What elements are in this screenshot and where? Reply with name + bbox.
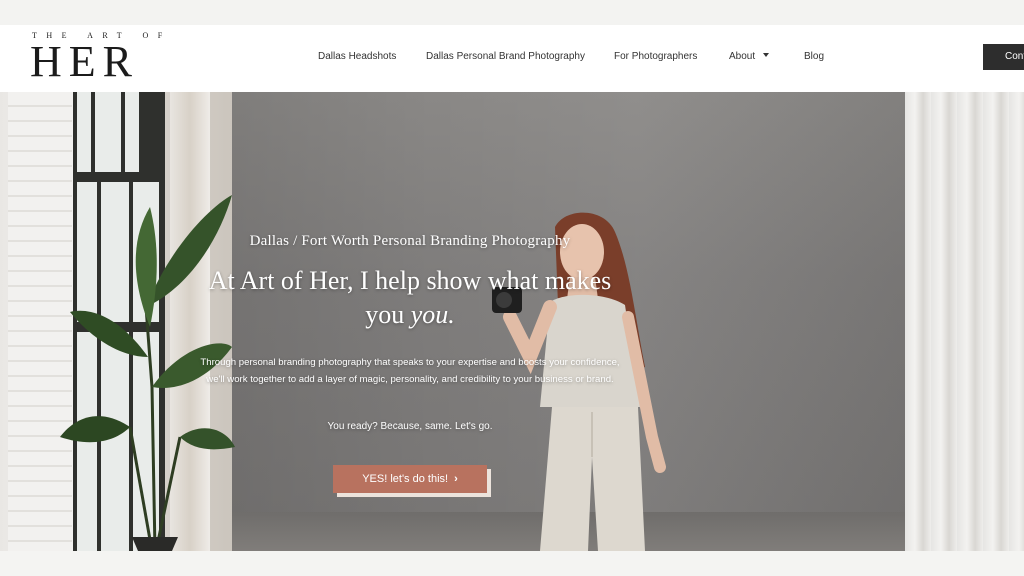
chevron-right-icon: › xyxy=(454,473,458,485)
sheer-curtain-right xyxy=(905,92,1024,551)
hero-section: Dallas / Fort Worth Personal Branding Ph… xyxy=(0,92,1024,551)
bottom-margin xyxy=(0,551,1024,576)
nav-item-dallas-headshots[interactable]: Dallas Headshots xyxy=(318,51,396,62)
hero-body-text: Through personal branding photography th… xyxy=(200,357,620,385)
nav-item-for-photographers[interactable]: For Photographers xyxy=(614,51,697,62)
hero-headline-line2-prefix: you xyxy=(365,300,411,329)
nav-item-personal-brand-photography[interactable]: Dallas Personal Brand Photography xyxy=(426,51,585,62)
hero-headline-emphasis: you. xyxy=(410,300,455,329)
caret-down-icon xyxy=(763,53,770,58)
contact-button[interactable]: Contact xyxy=(983,44,1024,70)
top-margin xyxy=(0,0,1024,25)
cta-button-label: YES! let's do this! xyxy=(362,473,449,485)
main-nav: Dallas Headshots Dallas Personal Brand P… xyxy=(0,25,1024,92)
hero-tagline: You ready? Because, same. Let's go. xyxy=(327,421,493,432)
hero-subtitle: Dallas / Fort Worth Personal Branding Ph… xyxy=(249,233,571,249)
nav-item-about-label: About xyxy=(729,51,756,62)
nav-item-blog[interactable]: Blog xyxy=(804,51,824,62)
site-header: THE ART OF HER Dallas Headshots Dallas P… xyxy=(0,25,1024,92)
hero-headline-line1: At Art of Her, I help show what makes xyxy=(208,266,612,295)
nav-item-about[interactable]: About xyxy=(729,51,770,62)
hero-headline: At Art of Her, I help show what makes yo… xyxy=(180,264,640,332)
cta-button[interactable]: YES! let's do this! › xyxy=(333,465,487,493)
